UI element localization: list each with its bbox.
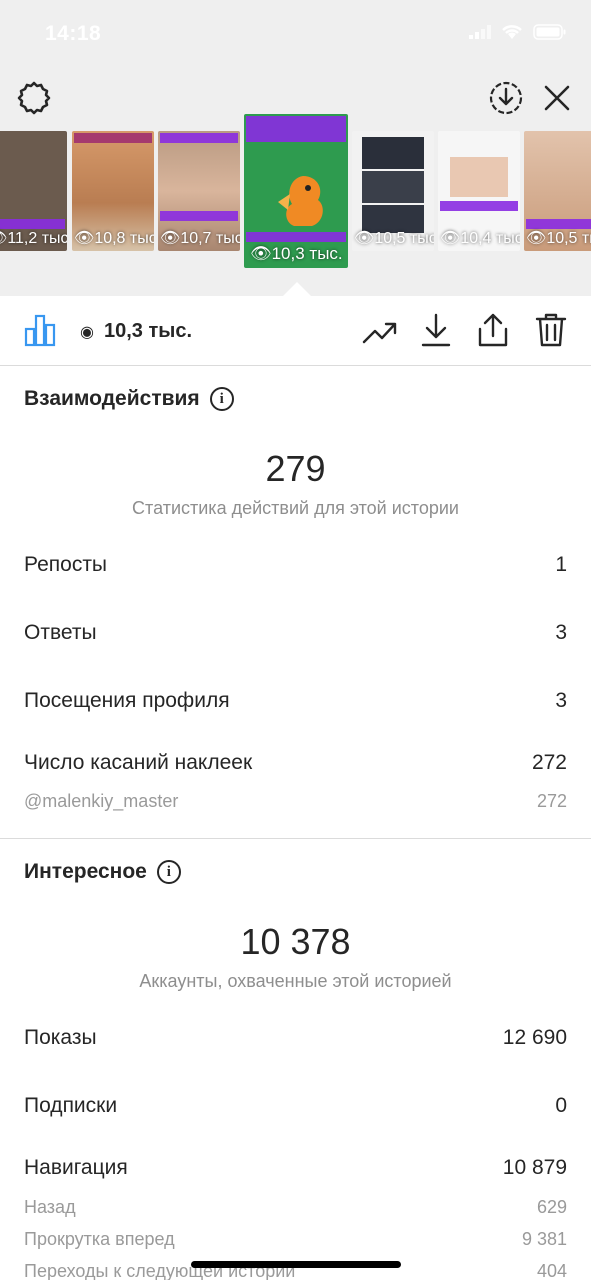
stat-subrow-back: Назад 629 (24, 1197, 567, 1217)
dragon-sticker-icon (278, 176, 323, 226)
eye-icon: 👁 (440, 230, 461, 247)
download-icon (421, 313, 451, 347)
stat-row-profile-visits: Посещения профиля 3 (24, 689, 567, 712)
share-icon (478, 313, 508, 347)
info-icon[interactable]: i (156, 860, 181, 884)
trending-up-icon (362, 322, 397, 344)
section-divider (0, 838, 591, 839)
close-icon (544, 85, 570, 111)
save-story-button[interactable] (486, 78, 526, 118)
eye-icon: 👁 (250, 244, 272, 263)
stat-row-follows: Подписки 0 (24, 1094, 567, 1117)
eye-icon: 👁 (160, 230, 181, 247)
story-views-count[interactable]: ◉ 10,3 тыс. (80, 320, 192, 343)
info-icon[interactable]: i (209, 387, 234, 411)
discovery-section-title: Интересное i (24, 860, 181, 884)
insights-tab[interactable] (20, 310, 60, 350)
home-indicator[interactable] (191, 1261, 401, 1268)
stat-row-reposts: Репосты 1 (24, 553, 567, 576)
story-preview-header: 14:18 11,2 тыс 👁10,8 тыс 👁10,7 тыс 👁10,3… (0, 0, 591, 296)
stat-row-sticker-taps: Число касаний наклеек 272 (24, 751, 567, 774)
discovery-total: 10 378 (240, 921, 351, 962)
story-thumbnail-strip: 👁11,2 тыс 👁10,8 тыс 👁10,7 тыс 👁10,3 тыс. (0, 114, 591, 268)
stat-row-navigation: Навигация 10 879 (24, 1156, 567, 1179)
insights-action-bar: ◉ 10,3 тыс. (0, 296, 591, 366)
share-button[interactable] (473, 310, 513, 350)
story-thumbnail[interactable]: 👁10,5 тыс (524, 131, 591, 251)
gear-icon (17, 81, 51, 115)
selected-story-pointer (283, 282, 311, 296)
discovery-subtitle: Аккаунты, охваченные этой историей (139, 971, 452, 991)
interactions-total: 279 (265, 448, 326, 489)
stat-row-impressions: Показы 12 690 (24, 1026, 567, 1049)
stat-subrow-sticker-mention: @malenkiy_master 272 (24, 791, 567, 811)
battery-icon (533, 24, 566, 40)
story-thumbnail-selected[interactable]: 👁10,3 тыс. (244, 114, 348, 268)
stat-row-replies: Ответы 3 (24, 621, 567, 644)
trash-icon (535, 313, 567, 347)
download-circle-icon (489, 81, 523, 115)
thumbnail-views: 👁10,7 тыс (160, 230, 240, 247)
eye-icon: 👁 (526, 230, 547, 247)
interactions-subtitle: Статистика действий для этой истории (132, 498, 459, 518)
story-thumbnail[interactable]: 👁10,7 тыс (158, 131, 240, 251)
eye-icon: 👁 (74, 230, 95, 247)
status-time: 14:18 (45, 22, 102, 45)
bar-chart-icon (24, 314, 56, 347)
story-thumbnail[interactable]: 👁10,5 тыс (352, 131, 434, 251)
download-button[interactable] (416, 310, 456, 350)
eye-icon: ◉ (80, 323, 94, 341)
stat-subrow-forward: Прокрутка вперед 9 381 (24, 1229, 567, 1249)
story-thumbnail[interactable]: 👁10,4 тыс (438, 131, 520, 251)
interactions-section-title: Взаимодействия i (24, 387, 234, 411)
thumbnail-views: 👁11,2 тыс (0, 228, 67, 248)
signal-icon (469, 25, 491, 39)
story-thumbnail[interactable]: 👁10,8 тыс (72, 131, 154, 251)
close-button[interactable] (537, 78, 577, 118)
promote-button[interactable] (360, 312, 400, 352)
thumbnail-views: 👁10,4 тыс (440, 230, 520, 247)
delete-button[interactable] (531, 310, 571, 350)
thumbnail-views: 👁10,5 тыс (354, 230, 434, 247)
wifi-icon (502, 25, 522, 39)
settings-button[interactable] (14, 78, 54, 118)
story-thumbnail[interactable]: 👁11,2 тыс (0, 131, 67, 251)
thumbnail-views: 👁10,3 тыс. (250, 244, 343, 263)
thumbnail-views: 👁10,5 тыс (526, 230, 591, 247)
status-icons (469, 24, 567, 40)
thumbnail-views: 👁10,8 тыс (74, 230, 154, 247)
status-bar: 14:18 (0, 0, 591, 70)
eye-icon: 👁 (354, 230, 375, 247)
